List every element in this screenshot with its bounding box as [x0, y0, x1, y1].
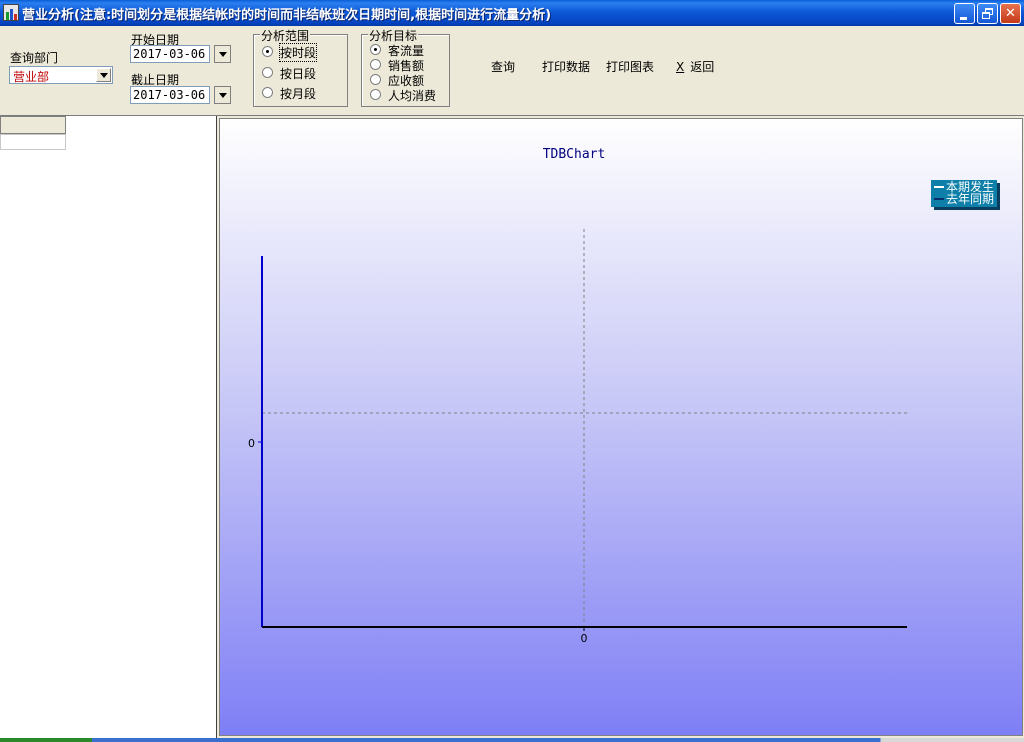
dept-select[interactable]: 营业部 — [9, 66, 113, 84]
end-date-field[interactable]: 2017-03-06 — [130, 86, 210, 104]
data-grid[interactable] — [0, 116, 217, 738]
start-date-field[interactable]: 2017-03-06 — [130, 45, 210, 63]
query-button[interactable]: 查询 — [491, 58, 515, 75]
chart-legend: 本期发生 去年同期 — [931, 180, 997, 207]
radio-icon[interactable] — [370, 59, 381, 70]
legend-item: 去年同期 — [946, 192, 995, 206]
legend-swatch — [934, 198, 944, 200]
app-window: 营业分析(注意:时间划分是根据结帐时的时间而非结帐班次日期时间,根据时间进行流量… — [0, 0, 1024, 742]
radio-icon[interactable] — [370, 44, 381, 55]
restore-button[interactable] — [977, 3, 998, 24]
back-button[interactable]: X 返回 — [676, 58, 714, 75]
target-option-label: 人均消费 — [388, 89, 437, 103]
chart-title: TDBChart — [543, 147, 606, 162]
title-bar[interactable]: 营业分析(注意:时间划分是根据结帐时的时间而非结帐班次日期时间,根据时间进行流量… — [0, 0, 1024, 26]
window-title: 营业分析(注意:时间划分是根据结帐时的时间而非结帐班次日期时间,根据时间进行流量… — [22, 8, 552, 23]
grid-cell[interactable] — [0, 134, 66, 150]
end-date-picker-button[interactable] — [214, 86, 231, 104]
print-data-button[interactable]: 打印数据 — [542, 58, 590, 75]
range-option-label: 按月段 — [280, 87, 317, 101]
close-icon: ✕ — [1005, 6, 1016, 21]
chevron-down-icon[interactable] — [96, 68, 111, 82]
range-option-label: 按时段 — [278, 43, 318, 62]
dept-value: 营业部 — [13, 70, 50, 84]
back-label: 返回 — [690, 60, 715, 74]
legend-swatch — [934, 186, 944, 188]
back-accelerator: X — [676, 60, 685, 74]
grid-header-cell[interactable] — [0, 116, 66, 134]
minimize-icon — [960, 17, 967, 20]
x-tick-label: 0 — [581, 632, 588, 645]
close-button[interactable]: ✕ — [1000, 3, 1021, 24]
range-option-label: 按日段 — [280, 67, 317, 81]
app-chart-icon — [3, 4, 19, 21]
start-date-picker-button[interactable] — [214, 45, 231, 63]
minimize-button[interactable] — [954, 3, 975, 24]
radio-icon[interactable] — [370, 89, 381, 100]
radio-icon[interactable] — [262, 67, 273, 78]
radio-icon[interactable] — [370, 74, 381, 85]
status-strip — [0, 738, 1024, 742]
y-tick-label: 0 — [248, 437, 255, 450]
range-groupbox: 分析范围 按时段 按日段 按月段 — [253, 27, 348, 107]
dept-label: 查询部门 — [10, 51, 59, 65]
target-groupbox: 分析目标 客流量 销售额 应收额 人均消费 — [361, 27, 450, 107]
radio-icon[interactable] — [262, 87, 273, 98]
chart-panel: TDBChart 0 0 本期发生 去年同期 — [219, 118, 1023, 736]
query-toolbar: 查询部门 营业部 开始日期 2017-03-06 截止日期 2017-03-06… — [0, 26, 1024, 116]
chart-svg: TDBChart 0 0 — [248, 147, 907, 645]
print-chart-button[interactable]: 打印图表 — [606, 58, 654, 75]
range-group-title: 分析范围 — [260, 27, 311, 44]
radio-icon[interactable] — [262, 46, 273, 57]
